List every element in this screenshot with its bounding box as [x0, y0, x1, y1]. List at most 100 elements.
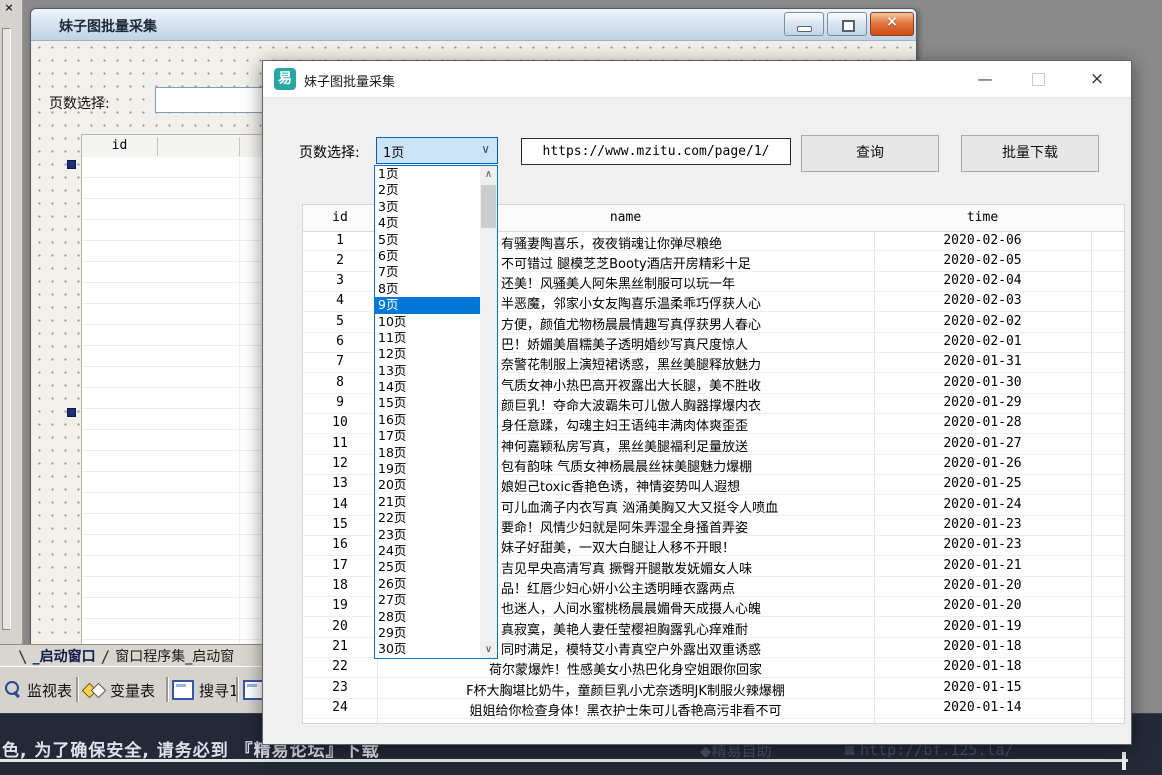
maximize-icon	[1031, 73, 1045, 86]
ide-workspace: × 妹子图批量采集 × 页数选择: id \ _启动窗口 / 窗口程序集_启动窗…	[0, 0, 1162, 775]
designer-titlebar[interactable]: 妹子图批量采集 ×	[31, 9, 916, 41]
dropdown-item[interactable]: 23页	[375, 527, 480, 543]
cell-time: 2020-01-25	[943, 476, 1022, 492]
cell-id: 18	[332, 578, 348, 594]
dropdown-item[interactable]: 13页	[375, 363, 480, 379]
variable-table-label: 变量表	[110, 681, 156, 700]
scrollbar-thumb[interactable]	[481, 185, 496, 228]
tab-start-window[interactable]: _启动窗口	[33, 646, 96, 666]
variable-table-button[interactable]: 变量表	[81, 677, 156, 703]
cell-time: 2020-01-27	[943, 435, 1022, 451]
dropdown-item[interactable]: 16页	[375, 412, 480, 428]
cell-time: 2020-01-31	[943, 354, 1022, 370]
dropdown-item[interactable]: 8页	[375, 281, 480, 297]
cell-time: 2020-01-21	[943, 557, 1022, 573]
cell-time: 2020-02-06	[943, 232, 1022, 248]
cell-time: 2020-01-20	[943, 598, 1022, 614]
diamonds-icon	[81, 681, 107, 699]
cell-time: 2020-01-23	[943, 537, 1022, 553]
page-combobox[interactable]: 1页 ∨	[376, 137, 498, 164]
cell-id: 6	[336, 334, 344, 350]
dropdown-item[interactable]: 4页	[375, 215, 480, 231]
dropdown-item[interactable]: 25页	[375, 559, 480, 575]
cell-id: 11	[332, 435, 348, 451]
cell-id: 22	[332, 659, 348, 675]
header-time: time	[966, 210, 999, 225]
search1-label: 搜寻1	[199, 681, 239, 700]
designer-combobox[interactable]	[155, 87, 265, 113]
cell-time: 2020-01-19	[943, 618, 1022, 634]
dropdown-item[interactable]: 1页	[375, 166, 480, 182]
dropdown-item[interactable]: 26页	[375, 576, 480, 592]
dropdown-item[interactable]: 28页	[375, 609, 480, 625]
cell-id: 1	[336, 232, 344, 248]
progress-tick[interactable]	[1122, 752, 1126, 770]
cell-name: F杯大胸堪比奶牛，童颜巨乳小尤奈透明JK制服火辣爆棚	[466, 683, 785, 699]
table-row[interactable]: 22 荷尔蒙爆炸！性感美女小热巴化身空姐跟你回家 2020-01-18	[303, 658, 1124, 678]
search1-button[interactable]: 搜寻1	[172, 677, 239, 703]
dropdown-item[interactable]: 30页	[375, 641, 480, 657]
selection-handle[interactable]	[67, 408, 76, 417]
panel-close-icon[interactable]: ×	[2, 1, 16, 15]
cell-id: 20	[332, 618, 348, 634]
cell-time: 2020-01-28	[943, 415, 1022, 431]
app-titlebar[interactable]: 易 妹子图批量采集 — ×	[263, 61, 1131, 98]
cell-id: 5	[336, 313, 344, 329]
designer-minimize-button[interactable]	[784, 12, 824, 36]
dropdown-scrollbar[interactable]: ∧ ∨	[480, 166, 497, 658]
batch-download-button[interactable]: 批量下载	[961, 135, 1099, 172]
dropdown-item[interactable]: 24页	[375, 543, 480, 559]
toolbar-divider	[166, 677, 169, 702]
cell-time: 2020-02-02	[943, 313, 1022, 329]
table-row[interactable]: 24 姐姐给你检查身体！黑衣护士朱可儿香艳高污非看不可 2020-01-14	[303, 699, 1124, 719]
progress-line	[0, 759, 1128, 762]
designer-maximize-button[interactable]	[827, 12, 867, 36]
dropdown-item[interactable]: 5页	[375, 232, 480, 248]
dropdown-item[interactable]: 15页	[375, 395, 480, 411]
cell-id: 12	[332, 456, 348, 472]
tab-window-program-set[interactable]: 窗口程序集_启动窗	[115, 646, 234, 666]
cell-time: 2020-01-30	[943, 374, 1022, 390]
window-close-button[interactable]: ×	[1069, 61, 1125, 97]
url-input[interactable]: https://www.mzitu.com/page/1/	[521, 138, 791, 165]
dropdown-item[interactable]: 11页	[375, 330, 480, 346]
designer-close-button[interactable]: ×	[870, 12, 914, 36]
cell-id: 7	[336, 354, 344, 370]
left-scrollbar[interactable]	[2, 28, 11, 630]
dropdown-item[interactable]: 9页	[375, 297, 480, 314]
cell-time: 2020-01-29	[943, 395, 1022, 411]
cell-id: 24	[332, 700, 348, 716]
dropdown-item[interactable]: 6页	[375, 248, 480, 264]
column-divider	[157, 137, 158, 156]
designer-list-header: id	[81, 134, 267, 159]
dropdown-item[interactable]: 27页	[375, 592, 480, 608]
dropdown-item[interactable]: 17页	[375, 428, 480, 444]
combobox-value: 1页	[383, 146, 405, 161]
dropdown-item[interactable]: 20页	[375, 477, 480, 493]
dropdown-item[interactable]: 2页	[375, 182, 480, 198]
scroll-down-icon[interactable]: ∨	[480, 641, 497, 658]
page-select-label: 页数选择:	[299, 145, 360, 161]
table-row[interactable]: 23 F杯大胸堪比奶牛，童颜巨乳小尤奈透明JK制服火辣爆棚 2020-01-15	[303, 678, 1124, 699]
dropdown-item[interactable]: 22页	[375, 510, 480, 526]
dropdown-item[interactable]: 21页	[375, 494, 480, 510]
dropdown-item[interactable]: 7页	[375, 264, 480, 280]
dropdown-item[interactable]: 10页	[375, 314, 480, 330]
scroll-up-icon[interactable]: ∧	[480, 166, 497, 183]
dropdown-item[interactable]: 19页	[375, 461, 480, 477]
window-minimize-button[interactable]: —	[962, 61, 1008, 97]
dropdown-item[interactable]: 14页	[375, 379, 480, 395]
window-maximize-button[interactable]	[1015, 61, 1061, 97]
dropdown-item[interactable]: 3页	[375, 199, 480, 215]
dropdown-item[interactable]: 18页	[375, 445, 480, 461]
dropdown-item[interactable]: 12页	[375, 346, 480, 362]
query-button[interactable]: 查询	[801, 135, 939, 172]
editor-tabs-row: \ _启动窗口 / 窗口程序集_启动窗	[0, 644, 262, 667]
cell-id: 3	[336, 273, 344, 289]
cell-id: 4	[336, 293, 344, 309]
dropdown-item[interactable]: 29页	[375, 625, 480, 641]
watch-table-button[interactable]: 监视表	[5, 677, 72, 703]
cell-time: 2020-01-15	[943, 679, 1022, 695]
selection-handle[interactable]	[67, 160, 76, 169]
designer-page-label: 页数选择:	[49, 96, 110, 112]
